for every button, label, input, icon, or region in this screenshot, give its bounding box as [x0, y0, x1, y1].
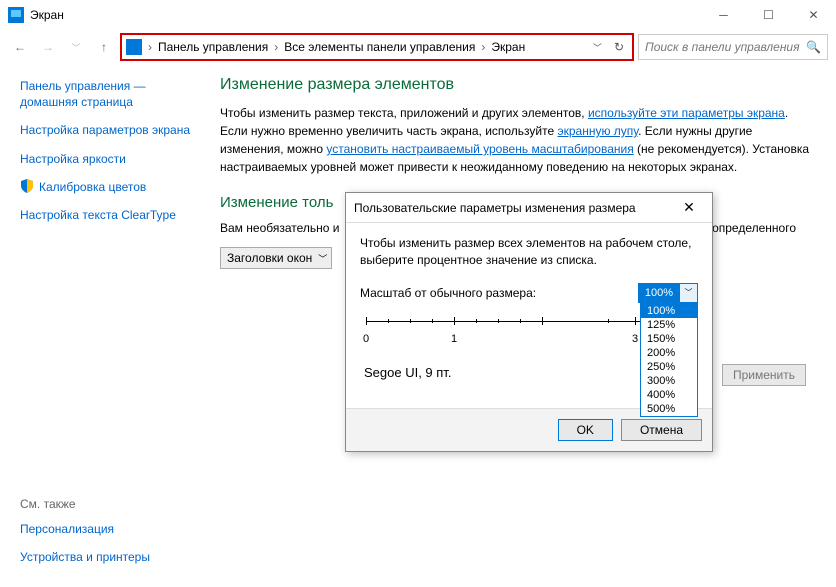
sidebar-link[interactable]: Настройка яркости: [20, 151, 194, 167]
see-also-header: См. также: [20, 497, 150, 511]
breadcrumb-item[interactable]: Все элементы панели управления: [284, 40, 475, 54]
chevron-down-icon: ﹀: [679, 284, 697, 302]
ruler-mark: 3: [632, 333, 638, 345]
custom-scaling-dialog: Пользовательские параметры изменения раз…: [345, 192, 713, 452]
close-button[interactable]: ✕: [791, 0, 836, 30]
address-dropdown[interactable]: ﹀: [589, 41, 606, 54]
refresh-button[interactable]: ↻: [610, 40, 628, 54]
scale-label: Масштаб от обычного размера:: [360, 286, 628, 300]
search-placeholder: Поиск в панели управления: [645, 40, 800, 54]
chevron-right-icon: ›: [479, 40, 487, 54]
cancel-button[interactable]: Отмена: [621, 419, 702, 441]
minimize-button[interactable]: ─: [701, 0, 746, 30]
dropdown-option[interactable]: 250%: [641, 360, 697, 374]
breadcrumb-item[interactable]: Экран: [491, 40, 525, 54]
dialog-close-button[interactable]: ✕: [674, 199, 704, 216]
dropdown-option[interactable]: 400%: [641, 388, 697, 402]
text-element-combo[interactable]: Заголовки окон ﹀: [220, 247, 332, 269]
sidebar-link[interactable]: Настройка параметров экрана: [20, 122, 194, 138]
dropdown-option[interactable]: 500%: [641, 402, 697, 416]
settings-link[interactable]: используйте эти параметры экрана: [588, 106, 785, 120]
page-heading: Изменение размера элементов: [220, 76, 816, 94]
ok-button[interactable]: OK: [558, 419, 613, 441]
ruler-mark: 0: [363, 333, 369, 345]
chevron-down-icon: ﹀: [318, 252, 327, 265]
breadcrumb-item[interactable]: Панель управления: [158, 40, 268, 54]
combo-value: Заголовки окон: [227, 251, 312, 265]
dropdown-option[interactable]: 200%: [641, 346, 697, 360]
custom-scale-link[interactable]: установить настраиваемый уровень масштаб…: [326, 142, 633, 156]
scale-combo[interactable]: 100% ﹀: [638, 283, 698, 303]
dropdown-option[interactable]: 300%: [641, 374, 697, 388]
recent-dropdown[interactable]: ﹀: [64, 35, 88, 59]
body-text: Чтобы изменить размер текста, приложений…: [220, 104, 816, 176]
search-icon: 🔍: [806, 40, 821, 54]
search-input[interactable]: Поиск в панели управления 🔍: [638, 34, 828, 60]
dialog-title: Пользовательские параметры изменения раз…: [354, 201, 674, 215]
chevron-right-icon: ›: [272, 40, 280, 54]
shield-icon: [20, 179, 34, 193]
address-bar[interactable]: › Панель управления › Все элементы панел…: [120, 33, 634, 61]
ruler-mark: 1: [451, 333, 457, 345]
location-icon: [126, 39, 142, 55]
forward-button[interactable]: →: [36, 35, 60, 59]
scale-value: 100%: [639, 284, 679, 302]
dropdown-option[interactable]: 125%: [641, 318, 697, 332]
up-button[interactable]: ↑: [92, 35, 116, 59]
magnifier-link[interactable]: экранную лупу: [558, 124, 639, 138]
maximize-button[interactable]: ☐: [746, 0, 791, 30]
apply-button[interactable]: Применить: [722, 364, 806, 386]
see-also-link[interactable]: Персонализация: [20, 521, 150, 537]
sidebar-link[interactable]: Настройка текста ClearType: [20, 207, 194, 223]
scale-dropdown: 100% 125% 150% 200% 250% 300% 400% 500%: [640, 303, 698, 417]
dialog-body-text: Чтобы изменить размер всех элементов на …: [360, 235, 698, 269]
see-also-link[interactable]: Устройства и принтеры: [20, 549, 150, 565]
dropdown-option[interactable]: 100%: [641, 304, 697, 318]
app-icon: [8, 7, 24, 23]
back-button[interactable]: ←: [8, 35, 32, 59]
window-title: Экран: [30, 8, 701, 22]
dropdown-option[interactable]: 150%: [641, 332, 697, 346]
sidebar-link[interactable]: Калибровка цветов: [39, 179, 146, 195]
chevron-right-icon: ›: [146, 40, 154, 54]
sidebar-home-link[interactable]: Панель управления — домашняя страница: [20, 78, 194, 110]
